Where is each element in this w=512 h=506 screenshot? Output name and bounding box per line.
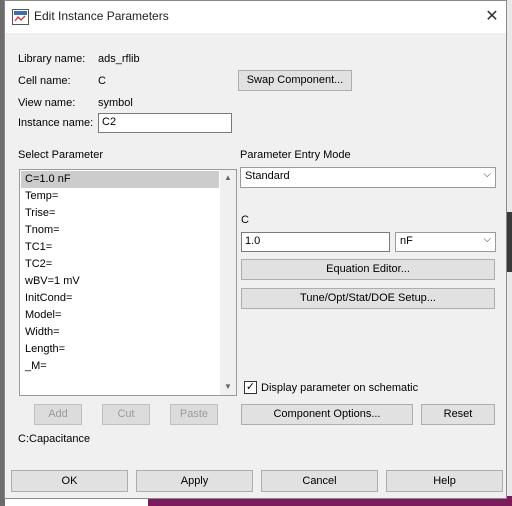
parameter-list-item[interactable]: Temp= [21,188,219,205]
parameter-list[interactable]: C=1.0 nF Temp= Trise= Tnom= TC1= TC2= wBV=1 mV… [19,169,237,396]
parameter-list-item[interactable]: Width= [21,324,219,341]
display-parameter-checkbox[interactable]: ✓ [244,381,257,394]
entry-mode-select[interactable]: Standard ⌵ [240,167,496,188]
display-parameter-label: Display parameter on schematic [261,382,419,394]
parameter-list-item[interactable]: TC2= [21,256,219,273]
chevron-down-icon: ⌵ [483,169,491,180]
library-name-label: Library name: [18,53,86,65]
instance-name-input[interactable]: C2 [98,113,232,133]
chevron-down-icon: ⌵ [483,234,491,245]
parameter-list-item[interactable]: Tnom= [21,222,219,239]
help-button[interactable]: Help [386,470,503,492]
parameter-value-input[interactable]: 1.0 [241,232,390,252]
parameter-name-label: C [241,214,249,226]
parameter-unit-value: nF [400,235,413,247]
title-bar: Edit Instance Parameters ✕ [5,1,506,33]
parameter-list-item[interactable]: wBV=1 mV [21,273,219,290]
cancel-button[interactable]: Cancel [261,470,378,492]
cut-button[interactable]: Cut [102,404,150,425]
parameter-list-item[interactable]: _M= [21,358,219,375]
reset-button[interactable]: Reset [421,404,495,425]
instance-name-label: Instance name: [18,117,94,129]
paste-button[interactable]: Paste [170,404,218,425]
scroll-up-icon[interactable]: ▲ [220,170,236,186]
parameter-list-item[interactable]: InitCond= [21,290,219,307]
component-options-button[interactable]: Component Options... [241,404,413,425]
entry-mode-heading: Parameter Entry Mode [240,149,351,161]
close-icon[interactable]: ✕ [483,8,501,26]
select-parameter-heading: Select Parameter [18,149,103,161]
window-title: Edit Instance Parameters [34,9,169,23]
entry-mode-value: Standard [245,170,290,182]
component-description: C:Capacitance [18,433,91,445]
ads-window-icon [12,9,29,25]
apply-button[interactable]: Apply [136,470,253,492]
scroll-down-icon[interactable]: ▼ [220,379,236,395]
swap-component-button[interactable]: Swap Component... [238,70,352,91]
cell-name-label: Cell name: [18,75,71,87]
equation-editor-button[interactable]: Equation Editor... [241,259,495,280]
view-name-label: View name: [18,97,76,109]
add-button[interactable]: Add [34,404,82,425]
edit-instance-dialog: Edit Instance Parameters ✕ Library name:… [4,0,507,499]
parameter-list-scrollbar[interactable]: ▲ ▼ [220,170,236,395]
tune-setup-button[interactable]: Tune/Opt/Stat/DOE Setup... [241,288,495,309]
cell-name-value: C [98,75,106,87]
parameter-list-item[interactable]: Trise= [21,205,219,222]
parameter-list-item[interactable]: Model= [21,307,219,324]
library-name-value: ads_rflib [98,53,140,65]
parameter-list-item[interactable]: C=1.0 nF [21,171,219,188]
parameter-list-item[interactable]: TC1= [21,239,219,256]
view-name-value: symbol [98,97,133,109]
parameter-unit-select[interactable]: nF ⌵ [395,232,496,252]
parameter-list-item[interactable]: Length= [21,341,219,358]
ok-button[interactable]: OK [11,470,128,492]
